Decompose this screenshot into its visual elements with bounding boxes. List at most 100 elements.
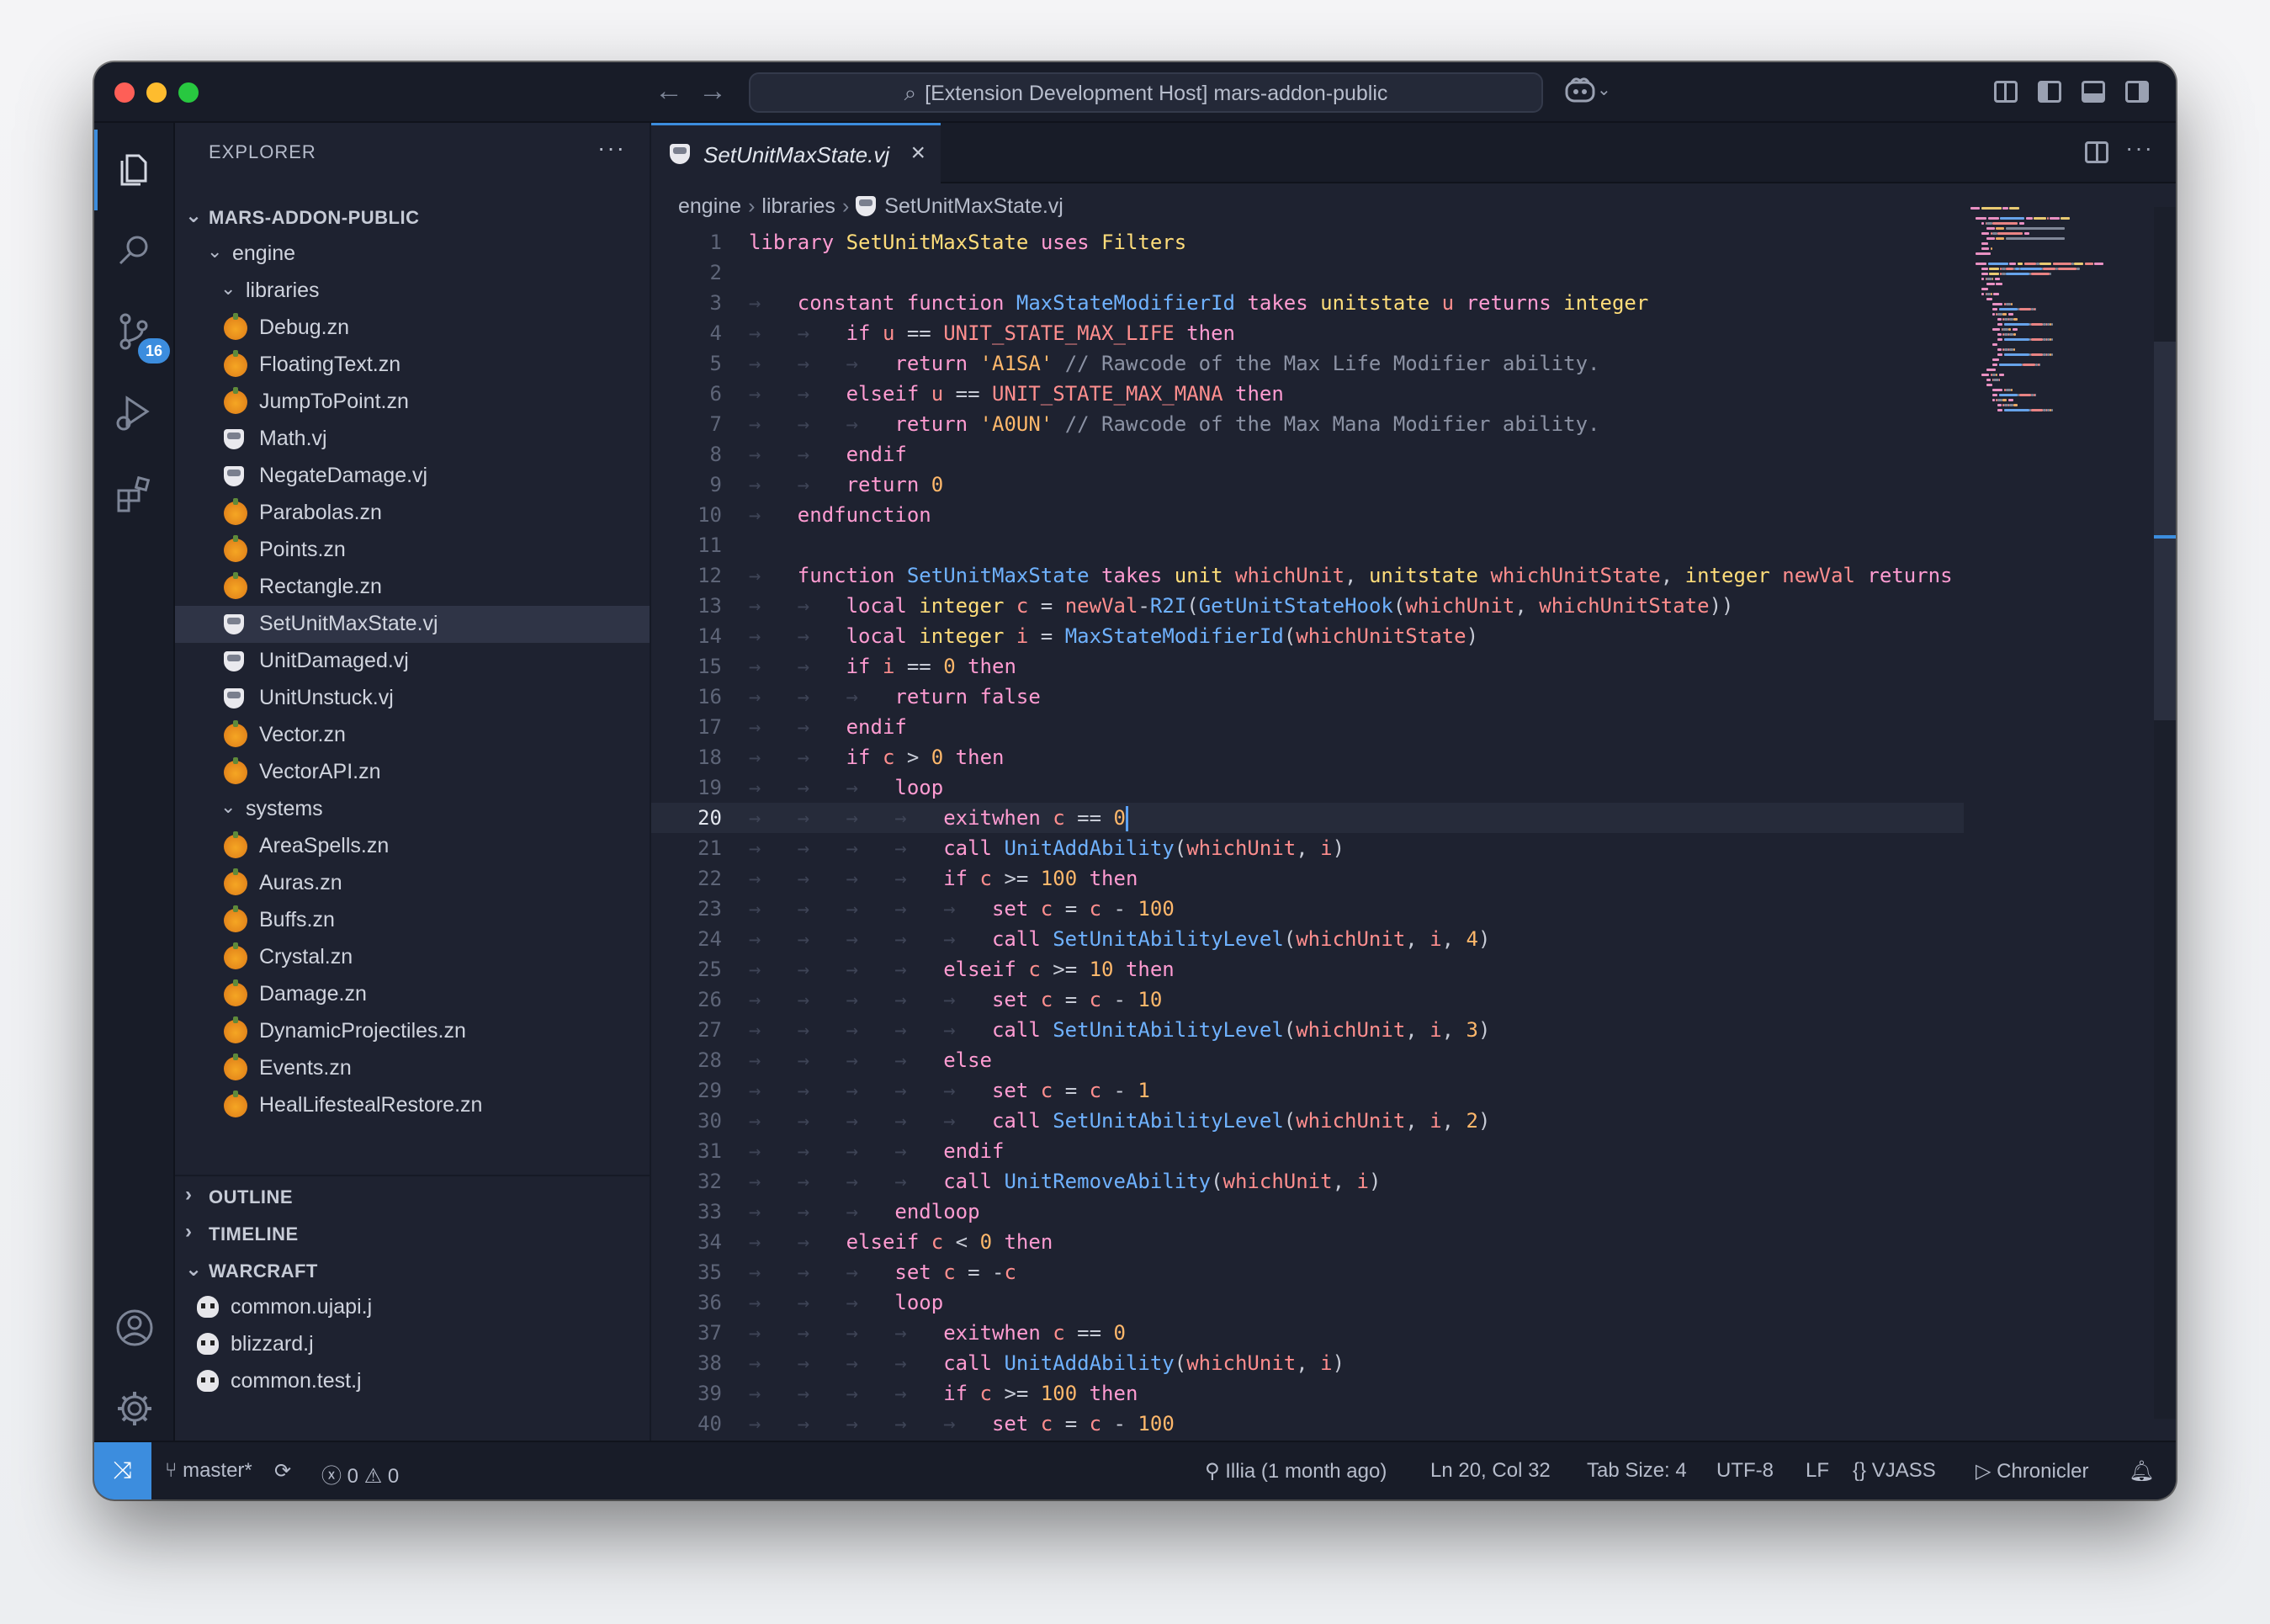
- account-icon[interactable]: [94, 1287, 175, 1368]
- toggle-secondary-sidebar-icon[interactable]: [2125, 81, 2149, 103]
- code-token: elseif: [846, 1230, 920, 1254]
- warcraft-section[interactable]: ⌄ WARCRAFT: [175, 1252, 650, 1289]
- tree-file-label: Auras.zn: [259, 871, 342, 894]
- tree-file[interactable]: Vector.zn: [175, 717, 650, 754]
- git-blame[interactable]: ⚲ Illia (1 month ago): [1205, 1459, 1387, 1483]
- remote-icon[interactable]: ⤨: [94, 1442, 151, 1499]
- explorer-icon[interactable]: [94, 130, 175, 210]
- tree-file[interactable]: HealLifestealRestore.zn: [175, 1087, 650, 1124]
- gear-icon[interactable]: [94, 1368, 175, 1449]
- code-editor[interactable]: 1 library SetUnitMaxState uses Filters 2 3 →…: [651, 227, 1964, 1439]
- command-center[interactable]: ⌕ [Extension Development Host] mars-addon…: [749, 72, 1543, 113]
- tree-file[interactable]: DynamicProjectiles.zn: [175, 1013, 650, 1050]
- close-window-button[interactable]: [114, 82, 135, 103]
- code-token: ): [1478, 1109, 1491, 1133]
- tree-file[interactable]: Buffs.zn: [175, 902, 650, 939]
- zinc-file-icon: [224, 387, 247, 414]
- vertical-scrollbar[interactable]: [2154, 207, 2176, 1419]
- more-actions-icon[interactable]: ···: [2125, 135, 2154, 162]
- sync-icon[interactable]: ⟳: [274, 1459, 291, 1483]
- tree-file[interactable]: Events.zn: [175, 1050, 650, 1087]
- code-token: ): [1478, 927, 1491, 951]
- minimap[interactable]: [1970, 207, 2156, 560]
- tree-folder[interactable]: ⌄ systems: [175, 791, 650, 828]
- code-token: then: [1235, 382, 1284, 406]
- code-token: 0: [931, 746, 944, 769]
- run-debug-icon[interactable]: [94, 372, 175, 453]
- tree-file[interactable]: JumpToPoint.zn: [175, 384, 650, 421]
- tree-file[interactable]: Math.vj: [175, 421, 650, 458]
- breadcrumb-item[interactable]: libraries: [761, 194, 835, 219]
- split-editor-icon[interactable]: [2085, 141, 2108, 163]
- code-token: c: [931, 1230, 944, 1254]
- customize-layout-icon[interactable]: [1994, 81, 2018, 103]
- tree-file[interactable]: Damage.zn: [175, 976, 650, 1013]
- code-token: whichUnitState: [1539, 594, 1710, 618]
- tree-file[interactable]: SetUnitMaxState.vj: [175, 606, 650, 643]
- maximize-window-button[interactable]: [178, 82, 199, 103]
- code-token: SetUnitMaxState: [846, 231, 1029, 254]
- tree-file[interactable]: AreaSpells.zn: [175, 828, 650, 865]
- language-mode[interactable]: {} VJASS: [1853, 1459, 1936, 1483]
- tree-file[interactable]: VectorAPI.zn: [175, 754, 650, 791]
- minimap-token: [2004, 353, 2030, 356]
- zinc-file-icon: [224, 572, 247, 599]
- code-token: local: [846, 624, 907, 648]
- tab-size[interactable]: Tab Size: 4: [1587, 1459, 1687, 1483]
- cursor-position[interactable]: Ln 20, Col 32: [1430, 1459, 1551, 1483]
- chevron-down-icon[interactable]: ⌄: [1597, 79, 1611, 100]
- problems-indicator[interactable]: ⓧ 0 ⚠ 0: [321, 1459, 399, 1489]
- toggle-panel-icon[interactable]: [2082, 81, 2105, 103]
- tree-file[interactable]: UnitDamaged.vj: [175, 643, 650, 680]
- close-icon[interactable]: ×: [910, 139, 926, 167]
- chronicler-button[interactable]: ▷ Chronicler: [1976, 1459, 2089, 1483]
- minimap-token: [1981, 293, 1984, 295]
- line-ending[interactable]: LF: [1806, 1459, 1829, 1483]
- code-token: c: [1089, 1412, 1102, 1436]
- tree-file[interactable]: common.ujapi.j: [175, 1289, 650, 1326]
- tree-file[interactable]: Crystal.zn: [175, 939, 650, 976]
- tree-file[interactable]: FloatingText.zn: [175, 347, 650, 384]
- tree-file[interactable]: UnitUnstuck.vj: [175, 680, 650, 717]
- forward-arrow-icon[interactable]: →: [698, 74, 727, 108]
- tree-file-label: AreaSpells.zn: [259, 834, 390, 857]
- code-token: MaxStateModifierId: [1064, 624, 1284, 648]
- branch-indicator[interactable]: ⑂ master*: [165, 1459, 252, 1483]
- tree-file-label: Events.zn: [259, 1056, 352, 1080]
- tree-file[interactable]: NegateDamage.vj: [175, 458, 650, 495]
- breadcrumb-item[interactable]: SetUnitMaxState.vj: [884, 194, 1063, 219]
- breadcrumb-item[interactable]: engine: [678, 194, 741, 219]
- extensions-icon[interactable]: [94, 453, 175, 533]
- timeline-section[interactable]: › TIMELINE: [175, 1215, 650, 1252]
- tree-file[interactable]: Points.zn: [175, 532, 650, 569]
- copilot-icon[interactable]: [1563, 76, 1597, 111]
- more-actions-icon[interactable]: ···: [597, 135, 626, 162]
- search-icon[interactable]: [94, 210, 175, 291]
- tree-file[interactable]: Rectangle.zn: [175, 569, 650, 606]
- code-text: → → endif: [749, 439, 907, 470]
- encoding[interactable]: UTF-8: [1716, 1459, 1774, 1483]
- outline-section[interactable]: › OUTLINE: [175, 1178, 650, 1215]
- tree-folder[interactable]: ⌄ engine: [175, 236, 650, 273]
- vj-file-icon: [224, 614, 244, 634]
- tree-file[interactable]: Debug.zn: [175, 310, 650, 347]
- back-arrow-icon[interactable]: ←: [655, 74, 683, 108]
- minimap-token: [2052, 263, 2071, 265]
- bell-icon[interactable]: 🔔︎: [2129, 1459, 2154, 1483]
- tree-file[interactable]: Parabolas.zn: [175, 495, 650, 532]
- tree-file[interactable]: Auras.zn: [175, 865, 650, 902]
- tree-folder[interactable]: ⌄ libraries: [175, 273, 650, 310]
- source-control-icon[interactable]: 16: [94, 291, 175, 372]
- toggle-primary-sidebar-icon[interactable]: [2038, 81, 2061, 103]
- tab-setunitmaxstate[interactable]: SetUnitMaxState.vj ×: [651, 123, 941, 183]
- tree-file[interactable]: blizzard.j: [175, 1326, 650, 1363]
- scrollbar-thumb[interactable]: [2154, 342, 2176, 720]
- workspace-root[interactable]: ⌄ MARS-ADDON-PUBLIC: [175, 199, 650, 236]
- tree-file[interactable]: common.test.j: [175, 1363, 650, 1400]
- minimize-window-button[interactable]: [146, 82, 167, 103]
